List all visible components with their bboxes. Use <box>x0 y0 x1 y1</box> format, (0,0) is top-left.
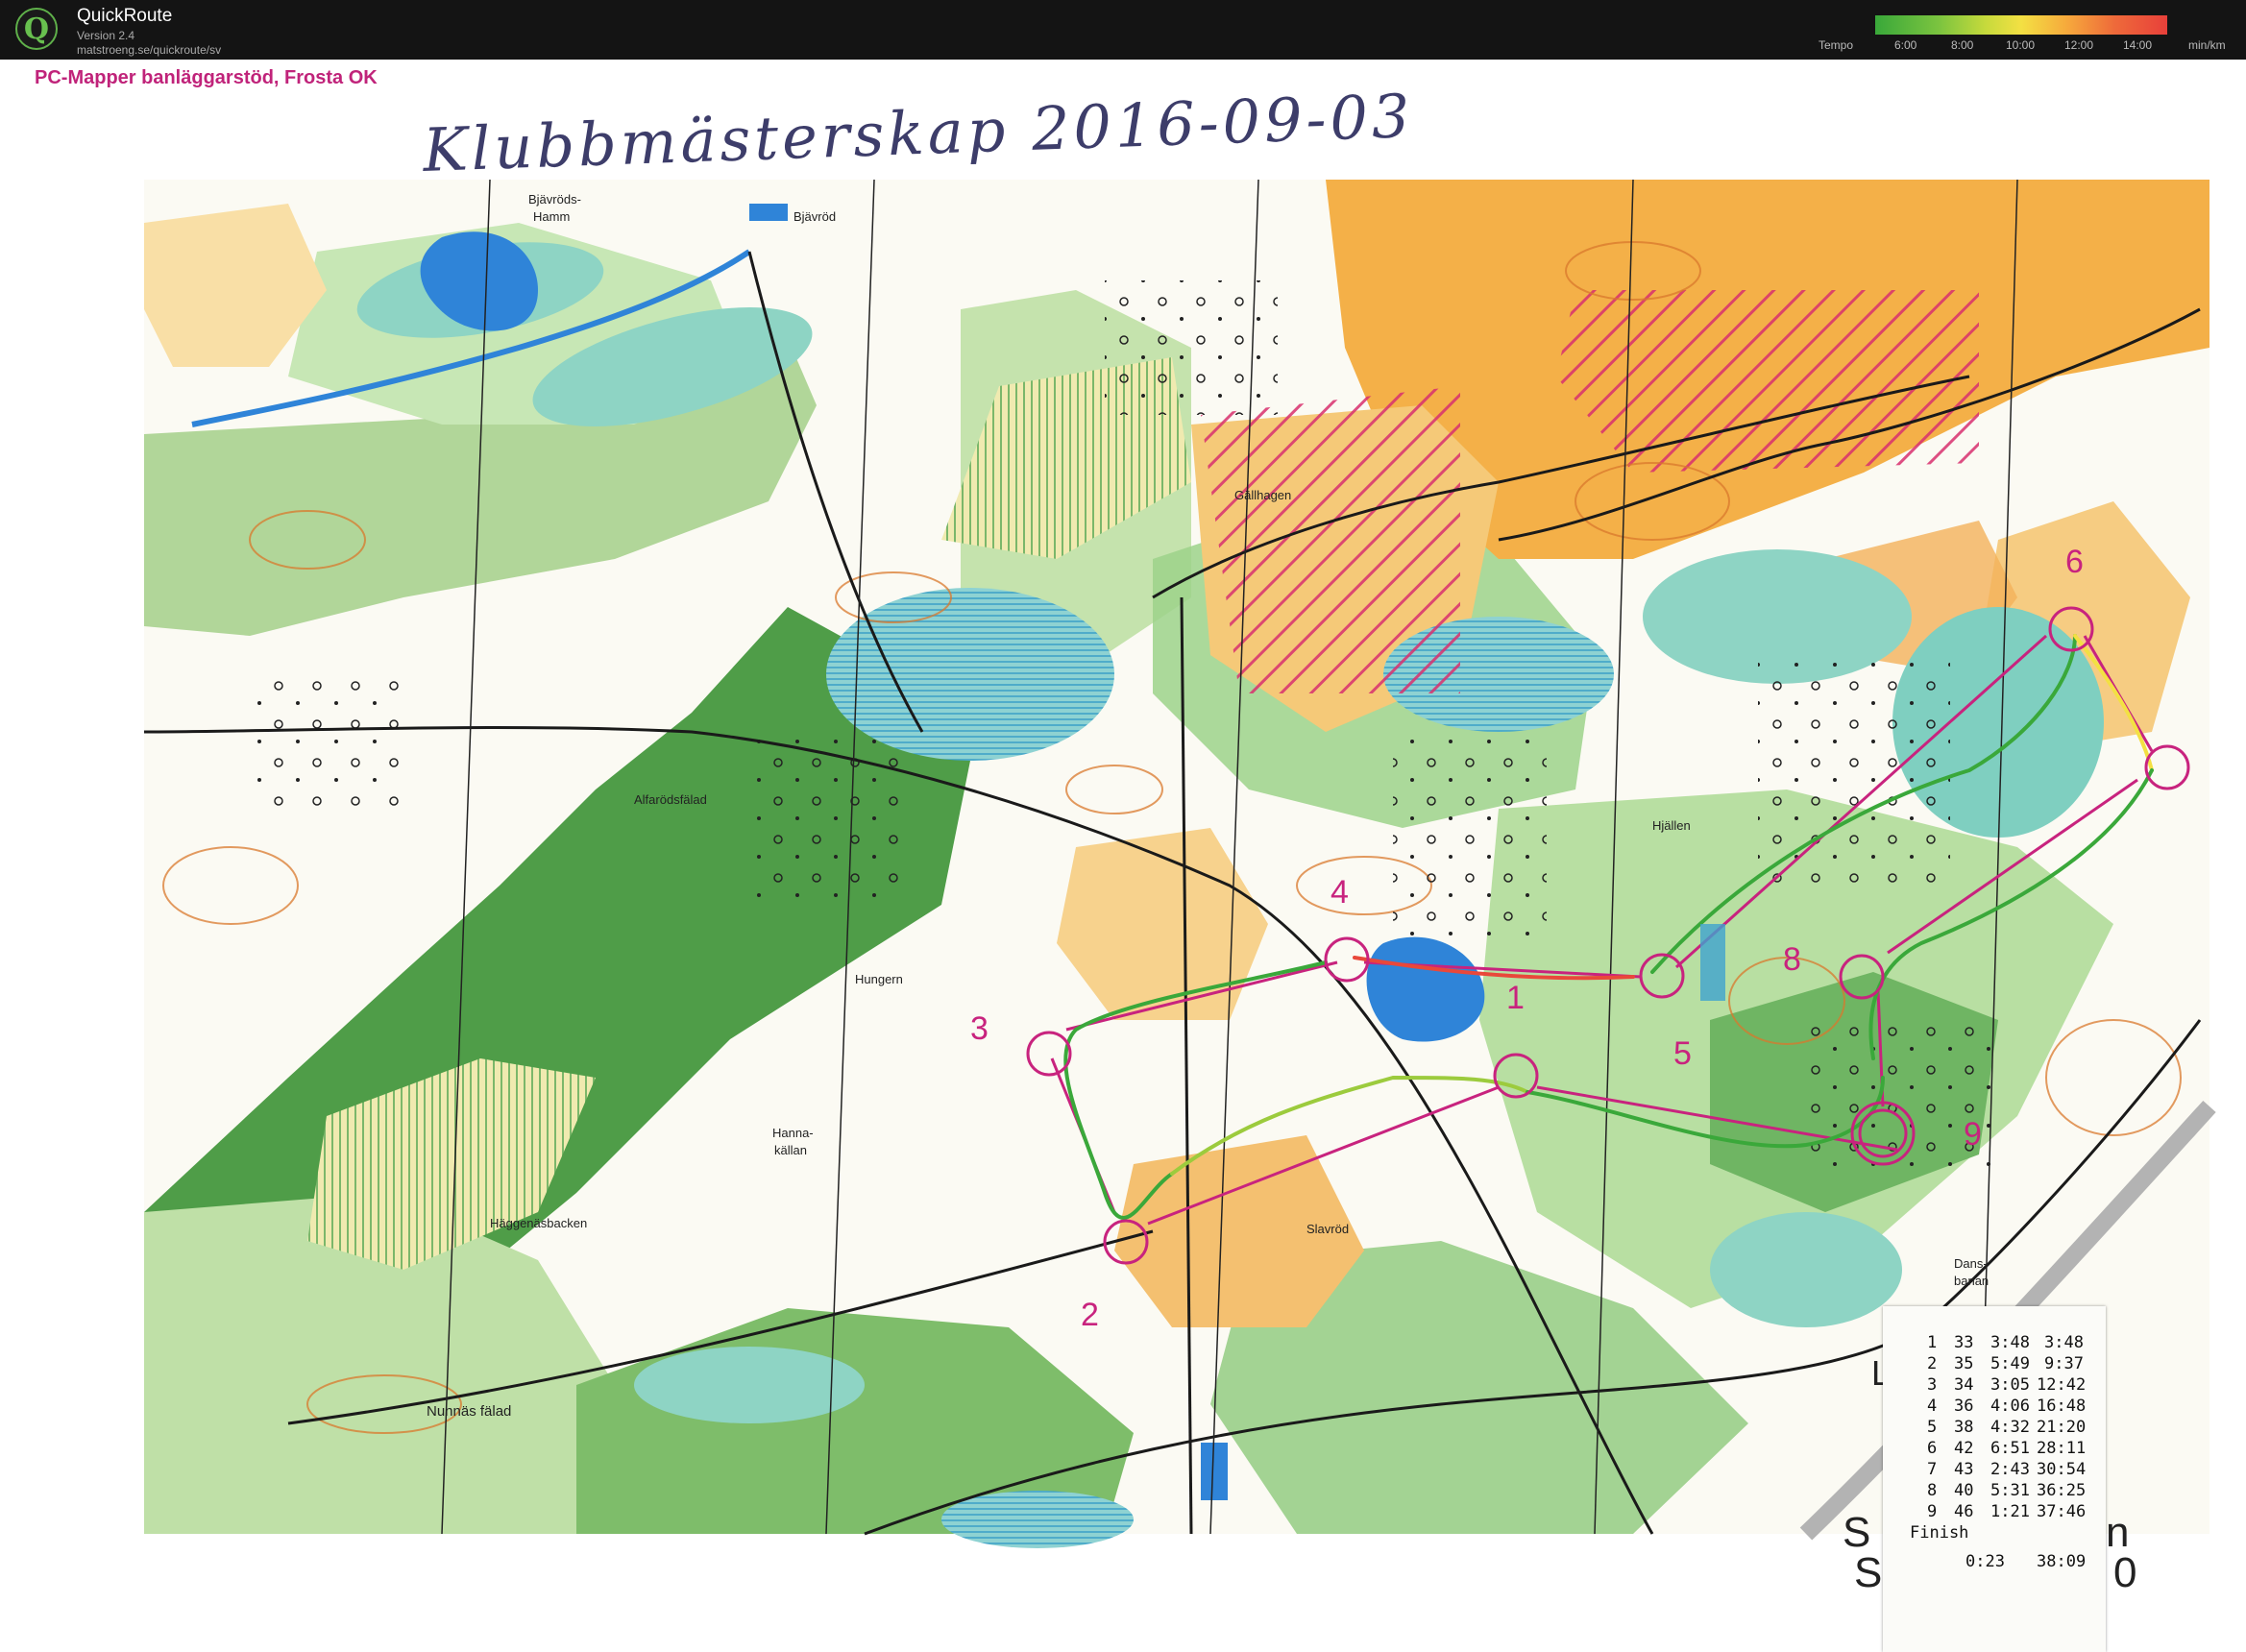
split-code: 46 <box>1954 1502 1974 1521</box>
split-time: 5:49 <box>1990 1354 2030 1373</box>
finish-label: Finish <box>1910 1523 1969 1543</box>
split-control: 9 <box>1927 1502 1938 1521</box>
split-row: 2 35 5:49 9:37 <box>1883 1354 2106 1375</box>
split-total: 16:48 <box>2037 1397 2087 1416</box>
split-row: 4 36 4:06 16:48 <box>1883 1397 2106 1418</box>
split-code: 42 <box>1954 1439 1974 1458</box>
place-name: Hjällen <box>1652 818 1691 833</box>
split-code: 36 <box>1954 1397 1974 1416</box>
split-total: 9:37 <box>2044 1354 2084 1373</box>
app-title: QuickRoute <box>77 6 173 26</box>
split-time: 4:32 <box>1990 1418 2030 1437</box>
split-control: 2 <box>1927 1354 1938 1373</box>
split-control: 3 <box>1927 1375 1938 1395</box>
place-name: banan <box>1954 1274 1989 1288</box>
legend-tick: 10:00 <box>2006 38 2036 52</box>
split-row: 3 34 3:05 12:42 <box>1883 1375 2106 1397</box>
split-row: 8 40 5:31 36:25 <box>1883 1481 2106 1502</box>
split-time: 1:21 <box>1990 1502 2030 1521</box>
building-symbol <box>1700 924 1725 1001</box>
control-number-2: 2 <box>1081 1297 1099 1333</box>
map-corner-text: 0 <box>2113 1549 2136 1596</box>
split-control: 5 <box>1927 1418 1938 1437</box>
split-total: 28:11 <box>2037 1439 2087 1458</box>
finish-total: 38:09 <box>2037 1552 2087 1571</box>
control-number-6: 6 <box>2065 544 2084 580</box>
quickroute-logo-icon: Q <box>15 8 58 50</box>
place-name: Bjävröd <box>793 209 836 224</box>
place-name: Gällhagen <box>1234 488 1291 502</box>
split-control: 6 <box>1927 1439 1938 1458</box>
place-name: Bjävröds- <box>528 192 581 206</box>
split-total: 12:42 <box>2037 1375 2087 1395</box>
place-name: Hanna- <box>772 1126 814 1140</box>
legend-tick: 8:00 <box>1951 38 1974 52</box>
split-time: 5:31 <box>1990 1481 2030 1500</box>
split-time: 3:05 <box>1990 1375 2030 1395</box>
split-total: 36:25 <box>2037 1481 2087 1500</box>
split-row: 7 43 2:43 30:54 <box>1883 1460 2106 1481</box>
control-number-4: 4 <box>1331 874 1349 911</box>
split-code: 43 <box>1954 1460 1974 1479</box>
split-time: 3:48 <box>1990 1333 2030 1352</box>
split-time: 6:51 <box>1990 1439 2030 1458</box>
split-code: 34 <box>1954 1375 1974 1395</box>
split-total: 30:54 <box>2037 1460 2087 1479</box>
svg-text:Q: Q <box>24 12 49 46</box>
control-number-1: 1 <box>1506 980 1525 1016</box>
split-row: 9 46 1:21 37:46 <box>1883 1502 2106 1523</box>
control-number-3: 3 <box>970 1010 989 1047</box>
split-times-card: 1 33 3:48 3:48 2 35 5:49 9:37 3 34 3:05 … <box>1883 1306 2106 1652</box>
place-name: Hamm <box>533 209 570 224</box>
map-header: PC-Mapper banläggarstöd, Frosta OK <box>35 67 378 88</box>
split-row: 5 38 4:32 21:20 <box>1883 1418 2106 1439</box>
split-finish-row: Finish <box>1883 1523 2106 1544</box>
place-name: källan <box>774 1143 807 1157</box>
split-code: 38 <box>1954 1418 1974 1437</box>
pace-color-legend[interactable] <box>1875 15 2167 35</box>
split-total: 21:20 <box>2037 1418 2087 1437</box>
map-viewport[interactable]: 1 2 3 4 5 6 8 9 Bjävröds- Hamm Bjävröd G… <box>0 60 2246 1652</box>
legend-unit: min/km <box>2188 38 2226 52</box>
split-time: 2:43 <box>1990 1460 2030 1479</box>
split-control: 8 <box>1927 1481 1938 1500</box>
split-row: 1 33 3:48 3:48 <box>1883 1333 2106 1354</box>
app-header: Q QuickRoute Version 2.4 matstroeng.se/q… <box>0 0 2246 60</box>
place-name: Hungern <box>855 972 903 986</box>
finish-split: 0:23 <box>1965 1552 2005 1571</box>
place-name: Häggenäsbacken <box>490 1216 587 1230</box>
split-control: 4 <box>1927 1397 1938 1416</box>
legend-tick: 6:00 <box>1894 38 1917 52</box>
split-control: 1 <box>1927 1333 1938 1352</box>
control-number-9: 9 <box>1964 1116 1982 1153</box>
split-total: 37:46 <box>2037 1502 2087 1521</box>
split-code: 35 <box>1954 1354 1974 1373</box>
split-total: 3:48 <box>2044 1333 2084 1352</box>
place-name: Slavröd <box>1306 1222 1349 1236</box>
split-code: 40 <box>1954 1481 1974 1500</box>
split-finish-times: 0:23 38:09 <box>1883 1552 2106 1573</box>
legend-label: Tempo <box>1819 38 1854 52</box>
place-name: Alfarödsfälad <box>634 792 707 807</box>
legend-tick: 14:00 <box>2123 38 2153 52</box>
app-version: Version 2.4 <box>77 29 135 42</box>
legend-tick: 12:00 <box>2064 38 2094 52</box>
place-name: Nunnäs fälad <box>427 1403 511 1420</box>
split-row: 6 42 6:51 28:11 <box>1883 1439 2106 1460</box>
control-number-5: 5 <box>1673 1035 1692 1072</box>
place-name: Dans- <box>1954 1256 1988 1271</box>
split-control: 7 <box>1927 1460 1938 1479</box>
split-code: 33 <box>1954 1333 1974 1352</box>
app-url: matstroeng.se/quickroute/sv <box>77 43 222 57</box>
control-number-8: 8 <box>1783 941 1801 978</box>
split-time: 4:06 <box>1990 1397 2030 1416</box>
